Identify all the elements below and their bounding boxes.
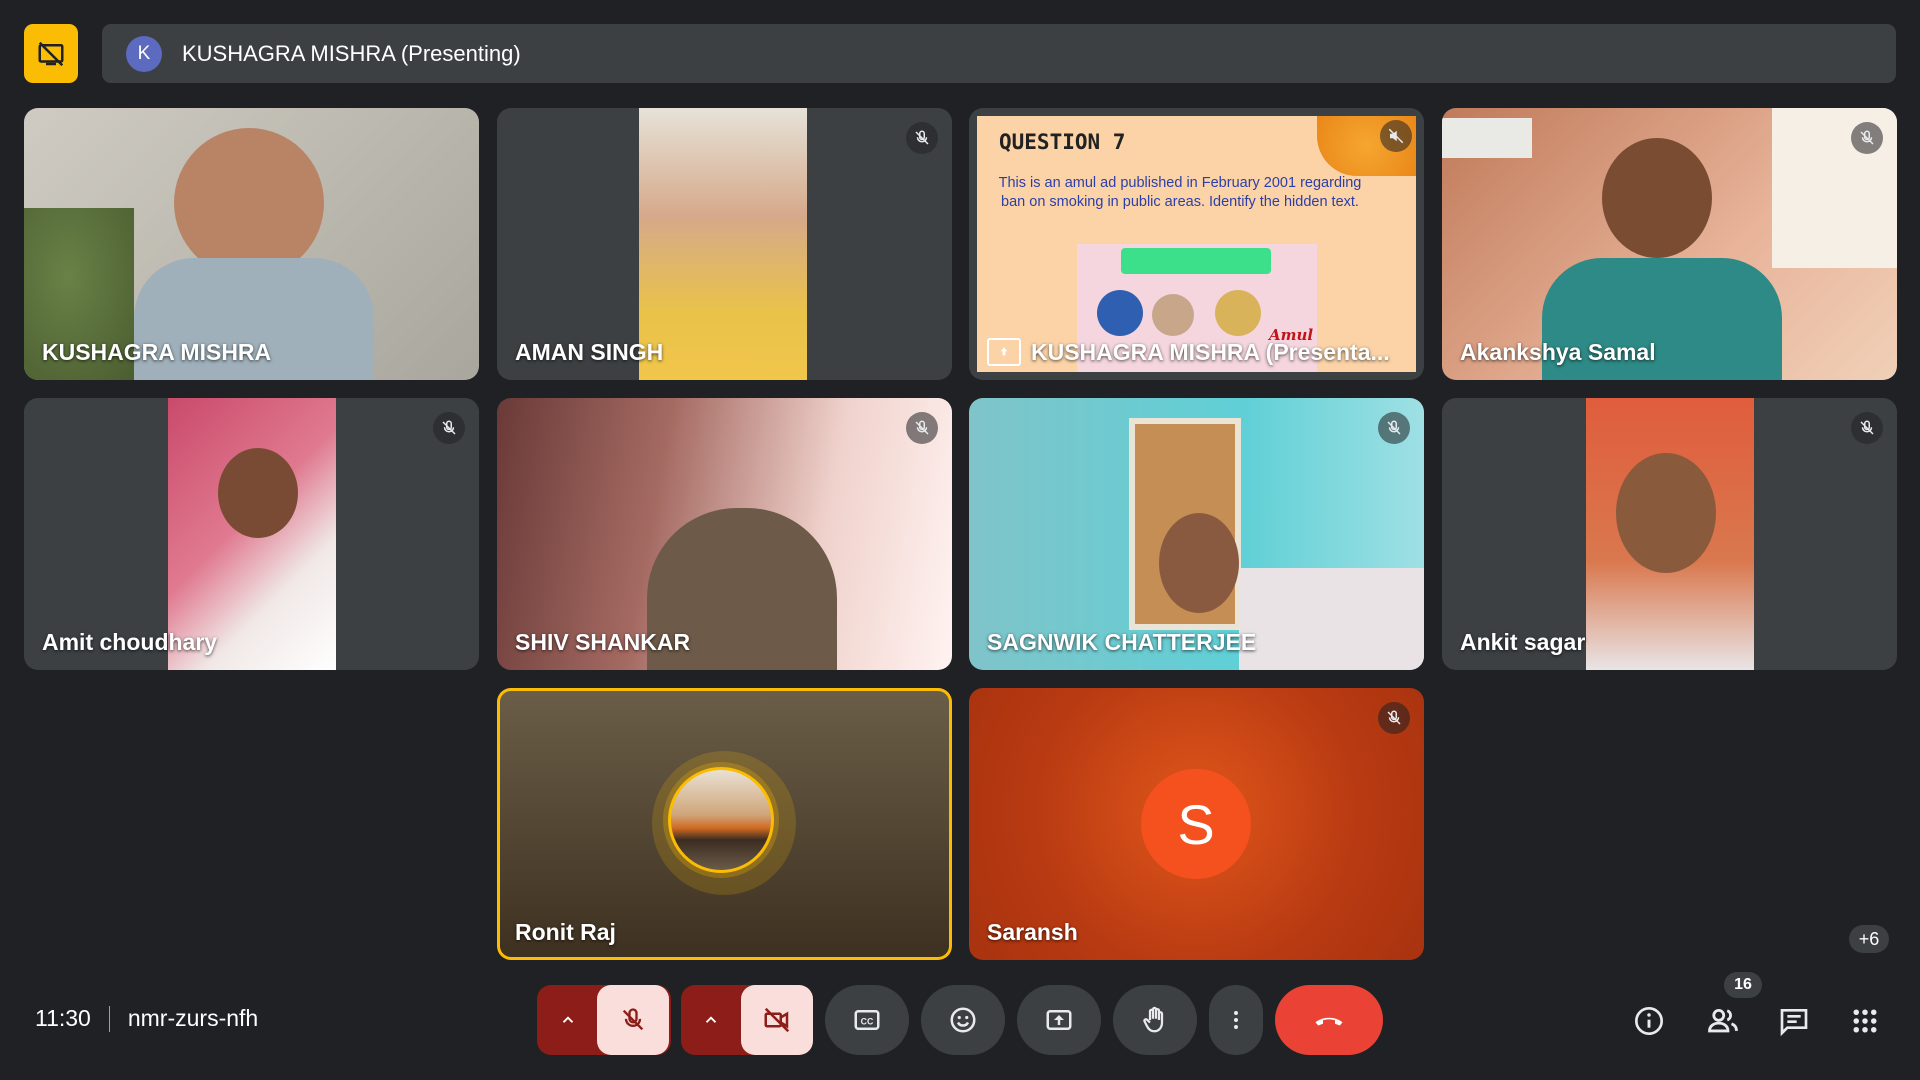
participant-name: KUSHAGRA MISHRA (Presenta... xyxy=(1031,339,1390,365)
slide: QUESTION 7 This is an amul ad published … xyxy=(977,116,1416,372)
captions-button[interactable]: CC xyxy=(825,985,909,1055)
stop-presenting-button[interactable] xyxy=(24,24,78,83)
volume-off-icon xyxy=(1380,120,1412,152)
participant-tile[interactable]: KUSHAGRA MISHRA xyxy=(24,108,479,380)
participant-tile[interactable]: SAGNWIK CHATTERJEE xyxy=(969,398,1424,670)
mic-off-icon xyxy=(622,1008,644,1031)
room-bed xyxy=(1239,568,1424,670)
presentation-banner: K KUSHAGRA MISHRA (Presenting) xyxy=(102,24,1896,83)
participant-face xyxy=(218,448,298,538)
present-now-button[interactable] xyxy=(1017,985,1101,1055)
participant-name: SHIV SHANKAR xyxy=(515,629,691,655)
present-off-icon xyxy=(38,41,64,66)
hidden-text-cover xyxy=(1121,248,1271,274)
chat-button[interactable] xyxy=(1775,1002,1813,1040)
presenter-label: KUSHAGRA MISHRA (Presenting) xyxy=(182,40,521,66)
emoji-icon xyxy=(950,1007,976,1033)
participant-video xyxy=(174,128,324,278)
present-to-all-icon xyxy=(987,338,1021,366)
participant-name: Akankshya Samal xyxy=(1460,339,1656,365)
leave-call-button[interactable] xyxy=(1275,985,1383,1055)
participant-name: Saransh xyxy=(987,919,1078,945)
ad-character xyxy=(1215,290,1261,336)
participant-video xyxy=(1159,513,1239,613)
participant-tile[interactable]: SHIV SHANKAR xyxy=(497,398,952,670)
participant-video xyxy=(639,108,807,380)
apps-icon xyxy=(1853,1009,1877,1033)
participant-tile[interactable]: S Saransh xyxy=(969,688,1424,960)
participant-avatar xyxy=(668,767,774,873)
clock: 11:30 xyxy=(35,1005,91,1031)
info-icon xyxy=(1635,1007,1663,1035)
activities-button[interactable] xyxy=(1846,1002,1884,1040)
chevron-up-icon xyxy=(562,1016,574,1023)
videocam-off-icon xyxy=(764,1007,790,1033)
participant-name: Ronit Raj xyxy=(515,919,616,945)
mic-off-icon xyxy=(906,122,938,154)
more-vert-icon xyxy=(1234,1011,1238,1029)
call-end-icon xyxy=(1315,1017,1343,1026)
participant-name: KUSHAGRA MISHRA xyxy=(42,339,272,365)
participant-tile[interactable]: Akankshya Samal xyxy=(1442,108,1897,380)
chevron-up-icon xyxy=(705,1016,717,1023)
camera-control-group xyxy=(681,985,813,1055)
presenter-avatar: K xyxy=(126,35,162,72)
participant-video xyxy=(1602,138,1712,258)
raise-hand-button[interactable] xyxy=(1113,985,1197,1055)
meeting-details: 11:30 nmr-zurs-nfh xyxy=(35,1005,258,1032)
ad-character xyxy=(1097,290,1143,336)
slide-heading: QUESTION 7 xyxy=(999,130,1126,154)
slide-body: This is an amul ad published in February… xyxy=(998,175,1362,210)
raise-hand-icon xyxy=(1143,1006,1164,1033)
camera-toggle-button[interactable] xyxy=(741,985,813,1055)
divider xyxy=(108,1005,110,1032)
participant-face xyxy=(1616,453,1716,573)
video-settings-button[interactable] xyxy=(681,985,741,1055)
people-icon xyxy=(1708,1008,1738,1033)
mic-off-icon xyxy=(1851,412,1883,444)
audio-settings-button[interactable] xyxy=(537,985,599,1055)
participant-tile[interactable]: AMAN SINGH xyxy=(497,108,952,380)
chat-icon xyxy=(1780,1009,1808,1037)
present-to-all-icon xyxy=(1046,1010,1072,1030)
mic-toggle-button[interactable] xyxy=(597,985,669,1055)
participant-name: SAGNWIK CHATTERJEE xyxy=(987,629,1257,655)
mic-off-icon xyxy=(1378,412,1410,444)
people-count-badge: 16 xyxy=(1724,972,1762,998)
more-participants-badge[interactable]: +6 xyxy=(1849,925,1889,953)
meeting-code: nmr-zurs-nfh xyxy=(127,1005,259,1031)
participant-avatar: S xyxy=(1141,769,1251,879)
ad-character xyxy=(1152,294,1194,336)
presentation-tile[interactable]: QUESTION 7 This is an amul ad published … xyxy=(969,108,1424,380)
svg-text:CC: CC xyxy=(861,1016,874,1026)
emoji-reaction-button[interactable] xyxy=(921,985,1005,1055)
room-ac-unit xyxy=(1442,118,1532,158)
participant-video xyxy=(1586,398,1754,670)
mic-off-icon xyxy=(1378,702,1410,734)
mic-off-icon xyxy=(906,412,938,444)
mic-control-group xyxy=(537,985,671,1055)
participant-name: AMAN SINGH xyxy=(515,339,664,365)
participant-tile[interactable]: Ankit sagar xyxy=(1442,398,1897,670)
participant-name: Amit choudhary xyxy=(42,629,218,655)
participant-tile[interactable]: Amit choudhary xyxy=(24,398,479,670)
captions-icon: CC xyxy=(854,1010,880,1030)
mic-off-icon xyxy=(433,412,465,444)
people-button[interactable] xyxy=(1704,1002,1742,1040)
more-options-button[interactable] xyxy=(1209,985,1263,1055)
participant-name: Ankit sagar xyxy=(1460,629,1586,655)
meeting-info-button[interactable] xyxy=(1630,1002,1668,1040)
participant-tile-speaking[interactable]: Ronit Raj xyxy=(497,688,952,960)
mic-off-icon xyxy=(1851,122,1883,154)
